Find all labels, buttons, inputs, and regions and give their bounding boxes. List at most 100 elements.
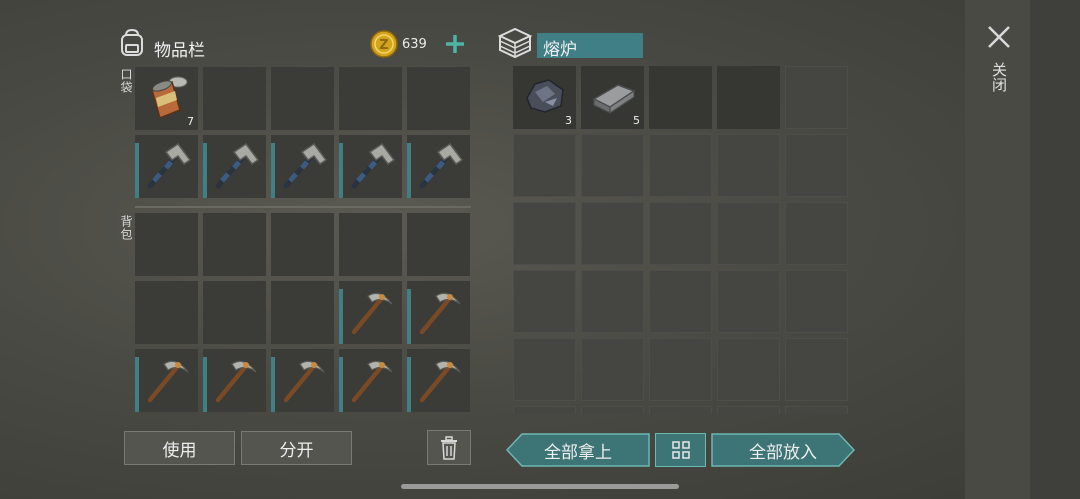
furnace-slot[interactable] — [785, 270, 848, 333]
furnace-slot[interactable] — [513, 202, 576, 265]
backpack-slot[interactable] — [135, 349, 198, 412]
pocket-slot[interactable] — [271, 135, 334, 198]
hammer-icon — [140, 138, 194, 196]
hammer-icon — [276, 138, 330, 196]
home-indicator[interactable] — [401, 484, 679, 489]
furnace-slot[interactable] — [581, 338, 644, 401]
furnace-slot[interactable] — [785, 134, 848, 197]
durability-bar — [339, 357, 343, 412]
pocket-slot[interactable] — [339, 67, 402, 130]
iron-ore-icon — [521, 72, 569, 124]
furnace-slot[interactable] — [717, 406, 780, 414]
durability-bar — [407, 143, 411, 198]
put-all-button[interactable]: 全部放入 — [711, 433, 855, 467]
backpack-slot[interactable] — [271, 213, 334, 276]
pickaxe-icon — [208, 352, 262, 410]
backpack-label: 背包 — [119, 215, 133, 241]
furnace-slot[interactable] — [717, 202, 780, 265]
durability-bar — [135, 143, 139, 198]
split-button[interactable]: 分开 — [241, 431, 352, 465]
backpack-slot[interactable] — [407, 213, 470, 276]
furnace-slot[interactable] — [581, 270, 644, 333]
furnace-slot[interactable] — [785, 338, 848, 401]
furnace-slot[interactable] — [581, 134, 644, 197]
backpack-slot[interactable] — [271, 281, 334, 344]
sort-button[interactable] — [655, 433, 706, 467]
pickaxe-icon — [344, 352, 398, 410]
backpack-slot[interactable] — [271, 349, 334, 412]
furnace-slot[interactable] — [581, 202, 644, 265]
backpack-slot[interactable] — [339, 281, 402, 344]
pickaxe-icon — [412, 352, 466, 410]
pocket-slot[interactable] — [203, 67, 266, 130]
pickaxe-icon — [412, 284, 466, 342]
furnace-slot[interactable] — [513, 406, 576, 414]
pocket-slot[interactable] — [203, 135, 266, 198]
iron-ingot-icon — [588, 71, 638, 125]
furnace-title: 熔炉 — [543, 40, 577, 60]
furnace-slot[interactable] — [717, 338, 780, 401]
furnace-slot[interactable] — [649, 406, 712, 414]
coin-icon: Z — [370, 30, 398, 58]
use-button[interactable]: 使用 — [124, 431, 235, 465]
furnace-slot[interactable] — [717, 134, 780, 197]
durability-bar — [339, 289, 343, 344]
furnace-slot[interactable] — [513, 270, 576, 333]
furnace-slot[interactable] — [717, 270, 780, 333]
pickaxe-icon — [276, 352, 330, 410]
furnace-slot[interactable] — [717, 66, 780, 129]
inventory-title: 物品栏 — [154, 41, 205, 61]
durability-bar — [407, 289, 411, 344]
furnace-slot[interactable] — [785, 406, 848, 414]
furnace-grid-panel: 35 — [509, 62, 852, 414]
backpack-slot[interactable] — [135, 281, 198, 344]
put-all-button-label: 全部放入 — [749, 442, 817, 463]
furnace-slot[interactable] — [513, 338, 576, 401]
furnace-slot[interactable] — [649, 134, 712, 197]
backpack-slot[interactable] — [339, 349, 402, 412]
backpack-slot[interactable] — [203, 281, 266, 344]
furnace-slot[interactable] — [785, 66, 848, 129]
close-icon — [988, 26, 1010, 48]
furnace-slot[interactable] — [649, 66, 712, 129]
item-count: 5 — [633, 114, 640, 127]
durability-bar — [271, 143, 275, 198]
right-edge — [1030, 0, 1080, 499]
pocket-slot[interactable] — [135, 135, 198, 198]
durability-bar — [407, 357, 411, 412]
furnace-slot[interactable] — [649, 270, 712, 333]
backpack-slot[interactable] — [339, 213, 402, 276]
item-count: 3 — [565, 114, 572, 127]
durability-bar — [135, 357, 139, 412]
furnace-slot[interactable]: 3 — [513, 66, 576, 129]
backpack-slot[interactable] — [135, 213, 198, 276]
pocket-slot[interactable] — [407, 135, 470, 198]
furnace-slot[interactable] — [513, 134, 576, 197]
pocket-slot[interactable]: 7 — [135, 67, 198, 130]
pocket-slot[interactable] — [407, 67, 470, 130]
svg-text:Z: Z — [379, 38, 388, 53]
backpack-slot[interactable] — [203, 213, 266, 276]
close-button[interactable]: 关闭 — [984, 22, 1014, 112]
furnace-slot[interactable]: 5 — [581, 66, 644, 129]
furnace-slot[interactable] — [649, 338, 712, 401]
backpack-slot[interactable] — [203, 349, 266, 412]
tin-can-icon — [142, 72, 192, 126]
trash-button[interactable] — [427, 430, 471, 465]
hammer-icon — [412, 138, 466, 196]
durability-bar — [271, 357, 275, 412]
pickaxe-icon — [344, 284, 398, 342]
take-all-button[interactable]: 全部拿上 — [506, 433, 650, 467]
furnace-slot[interactable] — [581, 406, 644, 414]
add-coins-button[interactable] — [444, 33, 466, 55]
backpack-slot[interactable] — [407, 349, 470, 412]
backpack-slot[interactable] — [407, 281, 470, 344]
grid-sort-icon — [671, 441, 690, 459]
furnace-slot[interactable] — [649, 202, 712, 265]
pocket-label: 口袋 — [119, 68, 133, 94]
furnace-slot[interactable] — [785, 202, 848, 265]
durability-bar — [339, 143, 343, 198]
pocket-slot[interactable] — [271, 67, 334, 130]
furnace-icon — [497, 26, 533, 60]
pocket-slot[interactable] — [339, 135, 402, 198]
